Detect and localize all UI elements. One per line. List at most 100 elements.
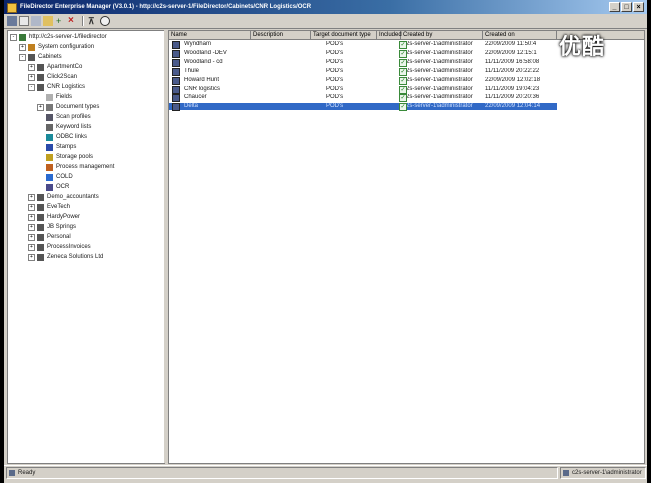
new-document-icon[interactable] [19,16,29,26]
collapse-icon[interactable]: - [10,34,17,41]
list-view[interactable]: Name Description Target document type In… [168,30,645,464]
column-header-created-on[interactable]: Created on [483,31,557,39]
expand-icon[interactable]: + [28,254,35,261]
status-icon [9,470,15,476]
connect-icon[interactable] [7,16,17,26]
doctype-icon [46,104,53,111]
toolbar-separator [82,16,84,26]
tree-node-system-config[interactable]: + System configuration [19,43,158,52]
column-header-description[interactable]: Description [251,31,311,39]
copy-icon[interactable] [31,16,41,26]
cabinet-icon [37,84,44,91]
column-header-name[interactable]: Name [169,31,251,39]
tree-node-storage-pools[interactable]: Storage pools [37,153,158,162]
filter-icon[interactable]: ⊼ [88,16,98,26]
title-bar[interactable]: FileDirector Enterprise Manager (V3.0.1)… [4,0,647,14]
tree-node-cabinets[interactable]: - Cabinets [19,53,158,62]
tree-node-fields[interactable]: Fields [37,93,158,102]
expand-icon[interactable]: + [28,244,35,251]
included-checkbox[interactable]: ✓ [399,67,407,76]
expand-icon[interactable]: + [28,74,35,81]
expand-icon[interactable]: + [28,224,35,231]
expand-icon[interactable]: + [28,234,35,241]
user-icon [563,470,569,476]
expand-icon[interactable]: + [19,44,26,51]
ocr-profile-icon [172,103,180,112]
expand-icon[interactable]: + [28,214,35,221]
status-panel-right: c2s-server-1\administrator [560,467,646,479]
column-header-included[interactable]: Included [377,31,402,39]
tree-node-processinvoices[interactable]: + ProcessInvoices [28,243,158,252]
window-title: FileDirector Enterprise Manager (V3.0.1)… [20,4,312,10]
tree-node-odbc-links[interactable]: ODBC links [37,133,158,142]
cell-created-on: 22/09/2009 12:15:1 [485,49,537,56]
folder-icon[interactable] [43,16,53,26]
column-header-target-document-type[interactable]: Target document type [311,31,377,39]
included-checkbox[interactable]: ✓ [399,49,407,58]
table-row[interactable]: Woodland -DEV POD's c2s-server-1\administr… [169,49,557,58]
pane-splitter[interactable] [164,30,167,463]
tree-node-scan-profiles[interactable]: Scan profiles [37,113,158,122]
cell-created-by: c2s-server-1\administrator [403,76,473,83]
cell-created-on: 22/09/2009 12:02:18 [485,76,541,83]
table-row[interactable]: Howard Hunt POD's c2s-server-1\administrat… [169,76,557,85]
tree-view[interactable]: - http://c2s-server-1/filedirector + System… [7,30,165,464]
tree-node-keyword-lists[interactable]: Keyword lists [37,123,158,132]
tree-node-process-management[interactable]: Process management [37,163,158,172]
tree-node-zeneca-solutions[interactable]: + Zeneca Solutions Ltd [28,253,158,262]
column-header-created-by[interactable]: Created by [401,31,483,39]
tree-node-cnr-logistics[interactable]: - CNR Logistics [28,83,158,92]
table-row[interactable]: Thule POD's c2s-server-1\administrator 11/1… [169,67,557,76]
tree-node-label: COLD [56,174,73,180]
expand-icon[interactable]: + [37,104,44,111]
table-row[interactable]: Wyndham POD's c2s-server-1\administrator 22… [169,41,557,49]
cell-created-by: c2s-server-1\administrator [403,94,473,101]
ocr-profile-icon [172,49,180,58]
included-checkbox[interactable]: ✓ [399,41,407,49]
status-user: c2s-server-1\administrator [572,470,642,476]
included-checkbox[interactable]: ✓ [399,58,407,67]
cell-created-by: c2s-server-1\administrator [403,85,473,92]
ocr-profile-icon [172,41,180,49]
tree-node-hardypower[interactable]: + HardyPower [28,213,158,222]
delete-icon[interactable]: × [68,16,78,26]
tree-node-stamps[interactable]: Stamps [37,143,158,152]
collapse-icon[interactable]: - [19,54,26,61]
expand-icon[interactable]: + [28,204,35,211]
expand-icon[interactable]: + [28,194,35,201]
cell-target-document-type: POD's [326,76,344,83]
tree-node-document-types[interactable]: + Document types [37,103,158,112]
minimize-button[interactable]: _ [609,2,620,12]
cell-created-by: c2s-server-1\administrator [403,103,473,110]
close-button[interactable]: × [633,2,644,12]
ocr-icon [46,184,53,191]
status-panel-left: Ready [6,467,558,479]
tree-node-cold[interactable]: COLD [37,173,158,182]
tree-node-click2scan[interactable]: + Click2Scan [28,73,158,82]
maximize-button[interactable]: □ [621,2,632,12]
tree-node-demo-accountants[interactable]: + Demo_accountants [28,193,158,202]
included-checkbox[interactable]: ✓ [399,103,407,112]
tree-node-evetech[interactable]: + EveTech [28,203,158,212]
tree-node-jb-springs[interactable]: + JB Springs [28,223,158,232]
tree-node-personal[interactable]: + Personal [28,233,158,242]
cell-name: Woodland - cd [184,58,223,65]
table-row[interactable]: CNR logistics POD's c2s-server-1\administr… [169,85,557,94]
included-checkbox[interactable]: ✓ [399,85,407,94]
help-icon[interactable] [100,16,110,26]
tree-node-root[interactable]: - http://c2s-server-1/filedirector [10,33,158,42]
table-row[interactable]: Delta POD's c2s-server-1\administrator 22/0… [169,103,557,112]
collapse-icon[interactable]: - [28,84,35,91]
tree-node-apartmentco[interactable]: + ApartmentCo [28,63,158,72]
table-row[interactable]: Woodland - cd POD's c2s-server-1\administr… [169,58,557,67]
cabinet-icon [28,54,35,61]
add-icon[interactable]: + [56,16,66,26]
tree-node-label: CNR Logistics [47,84,86,90]
tree-node-ocr[interactable]: OCR [37,183,158,192]
included-checkbox[interactable]: ✓ [399,76,407,85]
toolbar: + × ⊼ [4,14,647,29]
included-checkbox[interactable]: ✓ [399,94,407,103]
expand-icon[interactable]: + [28,64,35,71]
tree-node-label: Document types [56,104,100,110]
table-row[interactable]: Chaucer POD's c2s-server-1\administrator 11… [169,94,557,103]
